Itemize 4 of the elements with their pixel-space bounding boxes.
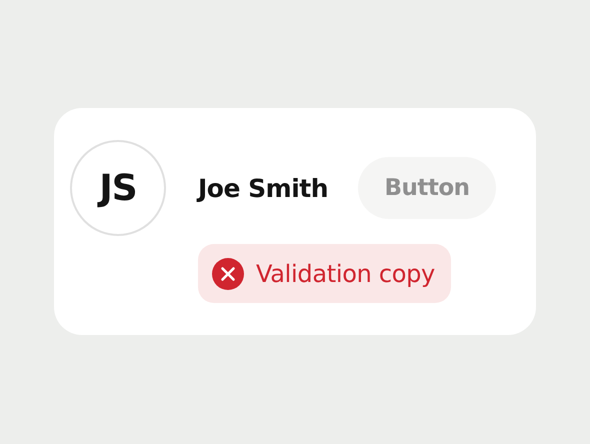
error-icon [212,258,244,290]
user-name: Joe Smith [198,174,328,202]
avatar: JS [70,140,166,236]
validation-text: Validation copy [256,260,435,288]
